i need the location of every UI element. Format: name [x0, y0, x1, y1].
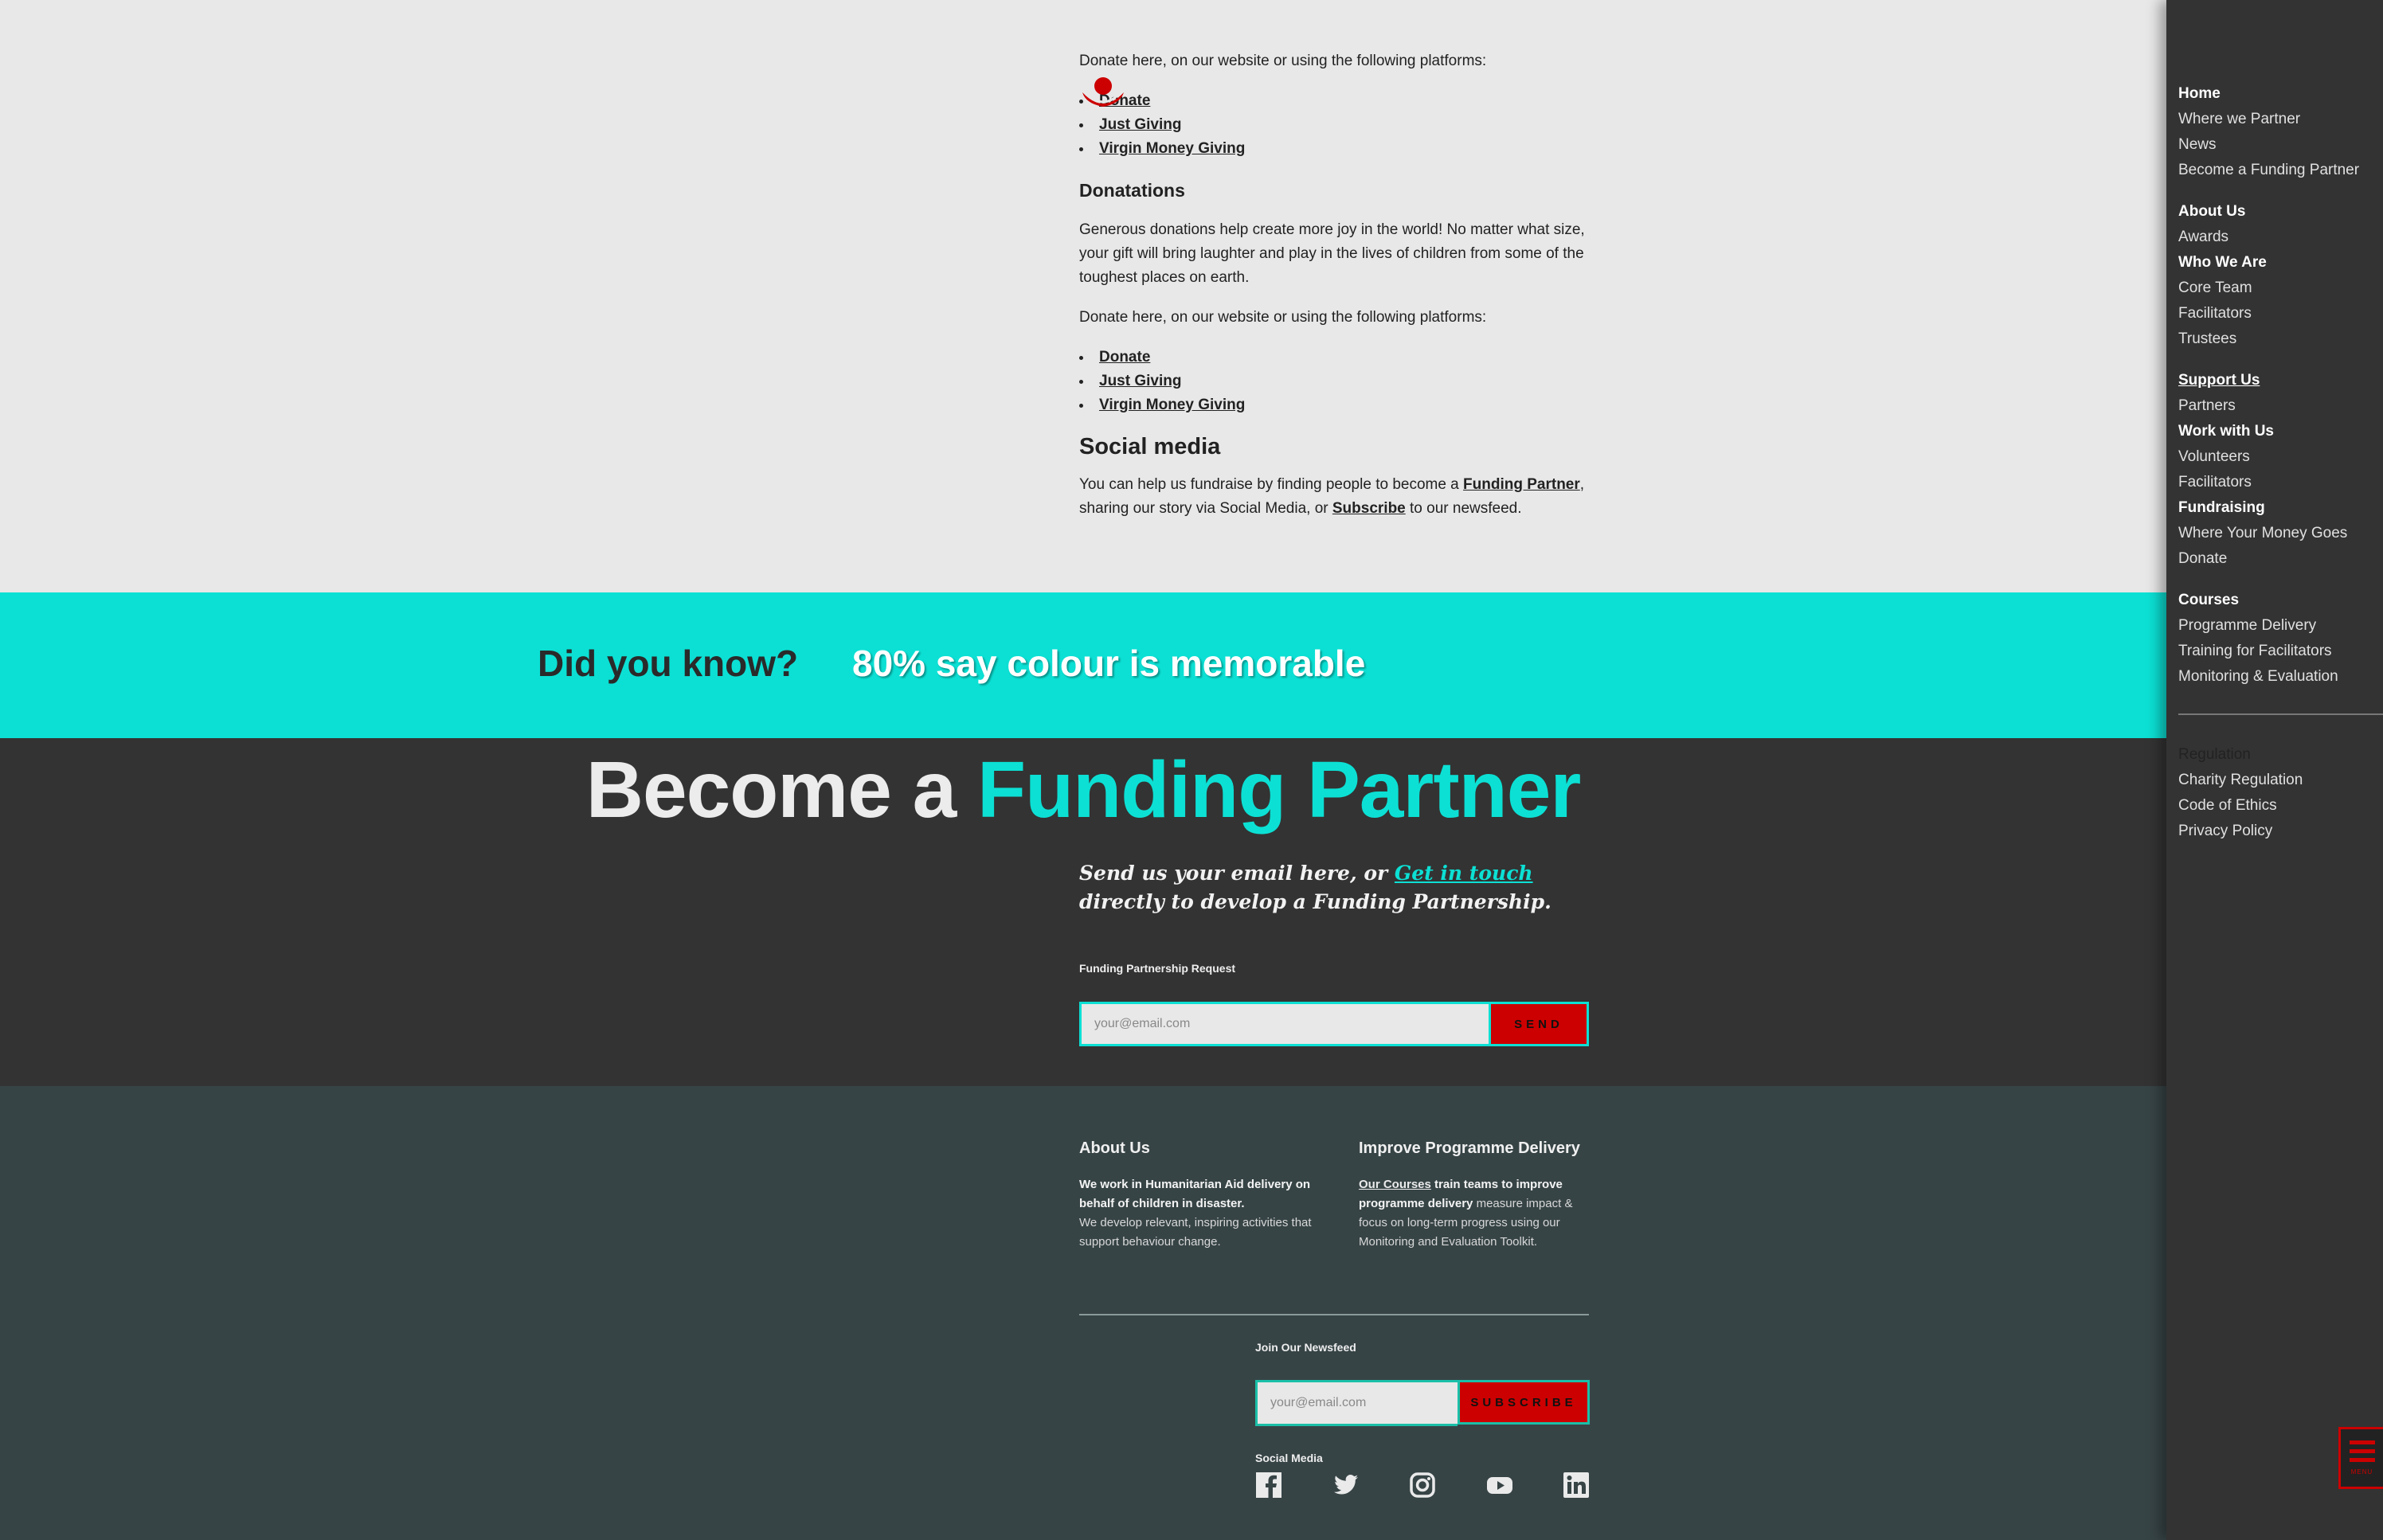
- platforms-intro-2: Donate here, on our website or using the…: [1079, 309, 1487, 326]
- social-media-heading: Social media: [1079, 434, 1221, 459]
- funding-email-input[interactable]: [1079, 1002, 1489, 1046]
- platform-list-1: Donate Just Giving Virgin Money Giving: [1079, 77, 1597, 161]
- nav-heading-home[interactable]: Home: [2178, 81, 2377, 107]
- social-media-label: Social Media: [1255, 1452, 1323, 1464]
- platform-list-2: Donate Just Giving Virgin Money Giving: [1079, 346, 1597, 417]
- list-item: Virgin Money Giving: [1079, 393, 1597, 417]
- list-item: Donate: [1079, 77, 1597, 113]
- nav-item-become-a-funding-partner[interactable]: Become a Funding Partner: [2178, 158, 2377, 183]
- nav-heading-regulation[interactable]: Regulation: [2178, 742, 2377, 768]
- footer-improve-title: Improve Programme Delivery: [1359, 1139, 1580, 1157]
- twitter-icon[interactable]: [1332, 1472, 1360, 1499]
- main-content: Donate here, on our website or using the…: [0, 0, 2166, 1540]
- list-item: Donate: [1079, 346, 1597, 369]
- get-in-touch-link[interactable]: Get in touch: [1395, 862, 1533, 885]
- nav-item-partners[interactable]: Partners: [2178, 393, 2377, 419]
- nav-item-news[interactable]: News: [2178, 132, 2377, 158]
- nav-item-trustees[interactable]: Trustees: [2178, 326, 2377, 352]
- did-you-know-banner: Did you know? 80% say colour is memorabl…: [0, 592, 2166, 738]
- funding-partner-section: Become a Funding Partner Send us your em…: [0, 738, 2166, 1086]
- nav-item-where-your-money-goes[interactable]: Where Your Money Goes: [2178, 521, 2377, 546]
- facebook-icon[interactable]: [1255, 1472, 1282, 1499]
- nav-item-privacy-policy[interactable]: Privacy Policy: [2178, 819, 2377, 844]
- funding-request-form: SEND: [1079, 1002, 1589, 1046]
- just-giving-link[interactable]: Just Giving: [1099, 116, 1181, 133]
- newsfeed-label: Join Our Newsfeed: [1255, 1341, 1356, 1354]
- nav-item-core-team[interactable]: Core Team: [2178, 276, 2377, 301]
- virgin-money-giving-link[interactable]: Virgin Money Giving: [1099, 140, 1245, 157]
- nav-item-charity-regulation[interactable]: Charity Regulation: [2178, 768, 2377, 793]
- sidebar-nav: Home Where we Partner News Become a Funding…: [2166, 0, 2383, 1540]
- hamburger-icon-bar: [2349, 1449, 2375, 1453]
- footer-about-title: About Us: [1079, 1139, 1150, 1157]
- newsfeed-form: SUBSCRIBE: [1255, 1380, 1590, 1426]
- nav-item-programme-delivery[interactable]: Programme Delivery: [2178, 613, 2377, 639]
- footer-about-text: We develop relevant, inspiring activitie…: [1079, 1216, 1312, 1249]
- footer-about: About Us We work in Humanitarian Aid del…: [1079, 1139, 1318, 1252]
- nav-heading-who-we-are[interactable]: Who We Are: [2178, 250, 2377, 276]
- send-button[interactable]: SEND: [1489, 1002, 1589, 1046]
- content-area: Donate here, on our website or using the…: [0, 0, 2166, 592]
- nav-regulation: Regulation Charity Regulation Code of Ethi…: [2178, 742, 2377, 844]
- nav-heading-courses[interactable]: Courses: [2178, 588, 2377, 613]
- footer: About Us We work in Humanitarian Aid del…: [0, 1086, 2166, 1540]
- banner-stat: 80% say colour is memorable: [852, 643, 1366, 684]
- nav-item-where-we-partner[interactable]: Where we Partner: [2178, 107, 2377, 132]
- nav-gap: [2178, 352, 2377, 368]
- youtube-icon[interactable]: [1486, 1472, 1513, 1499]
- funding-partner-subtitle: Send us your email here, or Get in touch…: [1079, 862, 1551, 913]
- nav-main: Home Where we Partner News Become a Funding…: [2178, 81, 2377, 690]
- article: Donate here, on our website or using the…: [1079, 49, 1597, 537]
- donations-heading: Donatations: [1079, 180, 1185, 201]
- nav-item-donate[interactable]: Donate: [2178, 546, 2377, 572]
- footer-improve-text: Our Courses train teams to improve progr…: [1359, 1178, 1573, 1249]
- list-item: Just Giving: [1079, 369, 1597, 393]
- virgin-money-giving-link[interactable]: Virgin Money Giving: [1099, 397, 1245, 413]
- banner-question: Did you know?: [538, 643, 799, 684]
- hamburger-icon-bar: [2349, 1458, 2375, 1462]
- footer-divider: [1079, 1314, 1589, 1315]
- newsfeed-email-input[interactable]: [1255, 1380, 1458, 1426]
- nav-item-monitoring-evaluation[interactable]: Monitoring & Evaluation: [2178, 664, 2377, 690]
- funding-partner-link[interactable]: Funding Partner: [1463, 476, 1580, 493]
- social-media-body: You can help us fundraise by finding peo…: [1079, 476, 1585, 517]
- nav-item-training-for-facilitators[interactable]: Training for Facilitators: [2178, 639, 2377, 664]
- just-giving-link[interactable]: Just Giving: [1099, 373, 1181, 389]
- nav-item-code-of-ethics[interactable]: Code of Ethics: [2178, 793, 2377, 819]
- platforms-intro: Donate here, on our website or using the…: [1079, 53, 1487, 69]
- social-icons: [1255, 1469, 1590, 1501]
- charity-logo-icon: [1082, 77, 1124, 107]
- nav-heading-fundraising[interactable]: Fundraising: [2178, 495, 2377, 521]
- nav-item-awards[interactable]: Awards: [2178, 225, 2377, 250]
- donate-link[interactable]: Donate: [1099, 349, 1150, 365]
- hamburger-icon: [2349, 1440, 2375, 1444]
- nav-heading-about-us[interactable]: About Us: [2178, 199, 2377, 225]
- subscribe-link[interactable]: Subscribe: [1332, 500, 1406, 517]
- nav-gap: [2178, 572, 2377, 588]
- funding-request-label: Funding Partnership Request: [1079, 962, 1236, 975]
- subscribe-button[interactable]: SUBSCRIBE: [1458, 1380, 1590, 1425]
- nav-item-volunteers[interactable]: Volunteers: [2178, 444, 2377, 470]
- nav-item-facilitators[interactable]: Facilitators: [2178, 301, 2377, 326]
- nav-heading-support-us[interactable]: Support Us: [2178, 368, 2377, 393]
- menu-button[interactable]: MENU: [2338, 1427, 2383, 1489]
- menu-label: MENU: [2350, 1468, 2373, 1476]
- nav-heading-work-with-us[interactable]: Work with Us: [2178, 419, 2377, 444]
- nav-gap: [2178, 183, 2377, 199]
- instagram-icon[interactable]: [1409, 1472, 1436, 1499]
- linkedin-icon[interactable]: [1563, 1472, 1590, 1499]
- list-item: Virgin Money Giving: [1079, 137, 1597, 161]
- our-courses-link[interactable]: Our Courses: [1359, 1178, 1431, 1191]
- funding-partner-title: Become a Funding Partner: [585, 745, 1581, 834]
- donations-body: Generous donations help create more joy …: [1079, 221, 1585, 286]
- list-item: Just Giving: [1079, 113, 1597, 137]
- nav-item-facilitators[interactable]: Facilitators: [2178, 470, 2377, 495]
- footer-about-strong: We work in Humanitarian Aid delivery on …: [1079, 1178, 1311, 1210]
- nav-divider: [2178, 713, 2383, 715]
- footer-improve: Improve Programme Delivery Our Courses t…: [1359, 1139, 1598, 1252]
